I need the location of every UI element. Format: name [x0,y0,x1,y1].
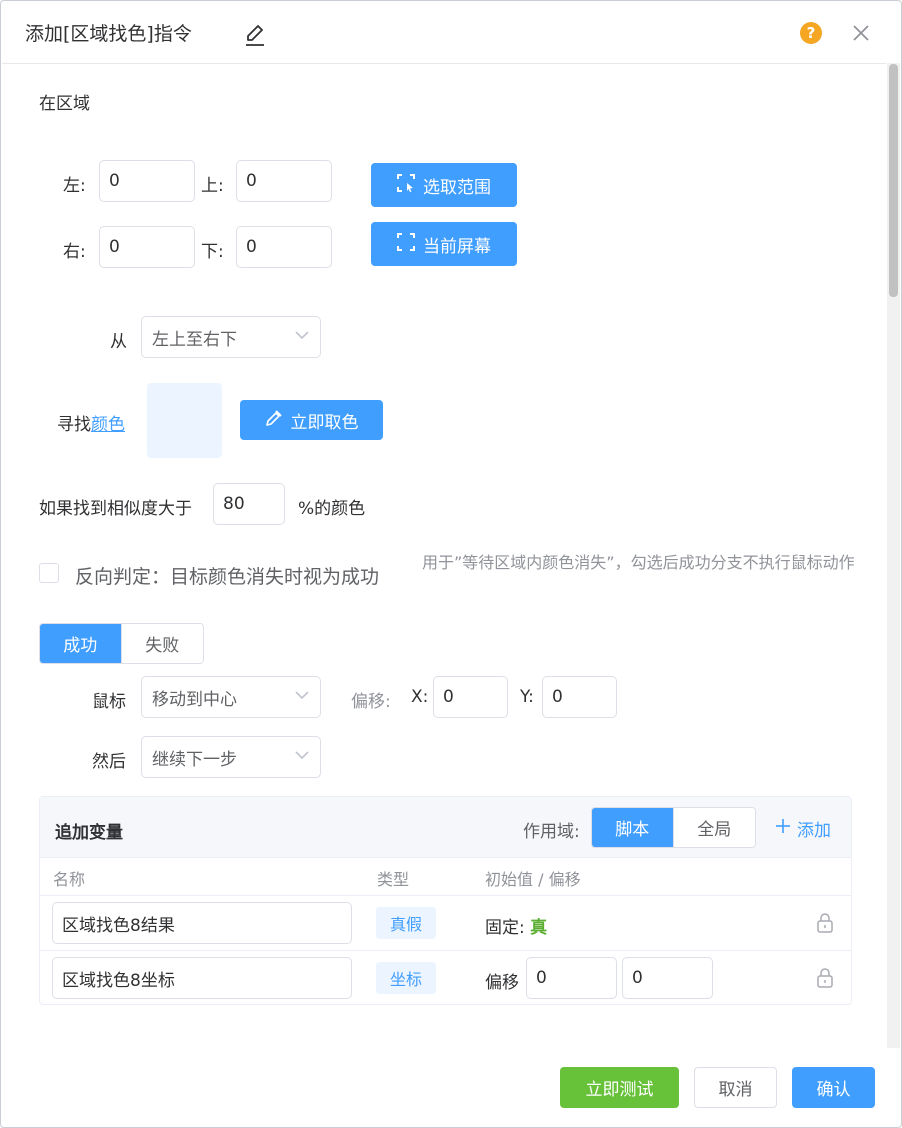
init-fixed-label: 固定: [485,918,525,938]
left-label: 左: [63,176,86,196]
right-label: 右: [63,242,86,262]
reverse-label[interactable]: 反向判定：目标颜色消失时视为成功 [75,562,379,589]
direction-label: 从 [110,332,127,352]
scope-tabs: 脚本 全局 [591,807,756,848]
row-divider [40,895,851,896]
init-offset-y-input[interactable]: 0 [622,957,713,999]
variables-panel: 追加变量 作用域: 脚本 全局 添加 名称 类型 初始值 / 偏移 区域找色8结… [39,796,852,1005]
dialog: 添加[区域找色]指令 ? 在区域 左: 0 上: 0 右: 0 下: 0 选取范… [0,0,902,1128]
chevron-down-icon [294,687,310,708]
region-section-label: 在区域 [39,94,90,114]
add-variable-button[interactable]: 添加 [775,816,831,841]
col-type: 类型 [377,870,410,889]
lock-icon [816,913,834,933]
pick-color-button[interactable]: 立即取色 [240,400,383,440]
offset-x-input[interactable]: 0 [433,676,508,718]
bottom-label: 下: [201,242,224,262]
current-screen-button[interactable]: 当前屏幕 [371,222,517,266]
color-swatch[interactable] [147,383,222,458]
variable-name-input[interactable]: 区域找色8坐标 [52,957,352,999]
type-tag-coord: 坐标 [376,962,436,994]
init-fixed: 固定: 真 [485,913,547,938]
offset-y-label: Y: [520,687,534,707]
scope-global[interactable]: 全局 [672,808,755,847]
mouse-action-value: 移动到中心 [152,689,237,710]
then-value: 继续下一步 [152,749,237,770]
init-offset-x-input[interactable]: 0 [526,957,617,999]
chevron-down-icon [294,747,310,768]
scope-script[interactable]: 脚本 [592,808,673,847]
scope-label: 作用域: [523,822,580,842]
find-color-label: 寻找颜色 [57,410,125,435]
confirm-button[interactable]: 确认 [792,1067,875,1108]
similarity-prefix: 如果找到相似度大于 [39,499,192,519]
add-variable-label: 添加 [797,821,831,841]
select-region-icon [397,173,415,197]
fullscreen-icon [397,232,415,256]
col-name: 名称 [53,870,86,889]
test-now-button[interactable]: 立即测试 [560,1067,679,1108]
cancel-button[interactable]: 取消 [694,1067,777,1108]
chevron-down-icon [294,327,310,348]
left-input[interactable]: 0 [99,160,195,202]
variables-header: 追加变量 作用域: 脚本 全局 添加 [40,797,851,858]
init-offset-label: 偏移 [485,973,519,993]
branch-tabs: 成功 失败 [39,623,204,664]
current-screen-label: 当前屏幕 [423,236,491,257]
then-select[interactable]: 继续下一步 [141,736,321,778]
init-fixed-value: 真 [530,918,548,938]
top-input[interactable]: 0 [236,160,332,202]
eyedropper-icon [265,409,283,432]
reverse-hint: 用于”等待区域内颜色消失”，勾选后成功分支不执行鼠标动作 [422,553,855,572]
mouse-label: 鼠标 [92,692,126,712]
lock-icon [816,968,834,988]
mouse-action-select[interactable]: 移动到中心 [141,676,321,718]
offset-y-input[interactable]: 0 [542,676,617,718]
then-label: 然后 [92,752,126,772]
select-range-button[interactable]: 选取范围 [371,163,517,207]
similarity-input[interactable]: 80 [213,483,285,525]
plus-icon [775,818,791,839]
close-icon[interactable] [851,23,871,43]
find-color-prefix: 寻找 [57,415,91,435]
top-label: 上: [201,176,224,196]
direction-value: 左上至右下 [152,329,237,350]
pencil-icon[interactable] [244,23,266,47]
bottom-input[interactable]: 0 [236,226,332,268]
pick-color-label: 立即取色 [290,412,359,433]
right-input[interactable]: 0 [99,226,195,268]
scrollbar-thumb[interactable] [889,64,898,297]
col-initial: 初始值 / 偏移 [485,870,581,889]
tab-failure[interactable]: 失败 [120,624,203,663]
similarity-suffix: %的颜色 [298,499,366,519]
variable-name-input[interactable]: 区域找色8结果 [52,902,352,944]
variables-title: 追加变量 [55,823,123,843]
dialog-title: 添加[区域找色]指令 [25,23,192,45]
reverse-checkbox[interactable] [39,563,59,583]
type-tag-bool: 真假 [376,907,436,939]
header-divider [2,63,886,64]
select-range-label: 选取范围 [423,177,491,198]
offset-label: 偏移: [351,692,391,712]
offset-x-label: X: [411,687,429,707]
direction-select[interactable]: 左上至右下 [141,316,321,358]
question-circle-icon[interactable]: ? [800,22,822,44]
color-link[interactable]: 颜色 [91,415,125,435]
tab-success[interactable]: 成功 [40,624,121,663]
row-divider [40,950,851,951]
